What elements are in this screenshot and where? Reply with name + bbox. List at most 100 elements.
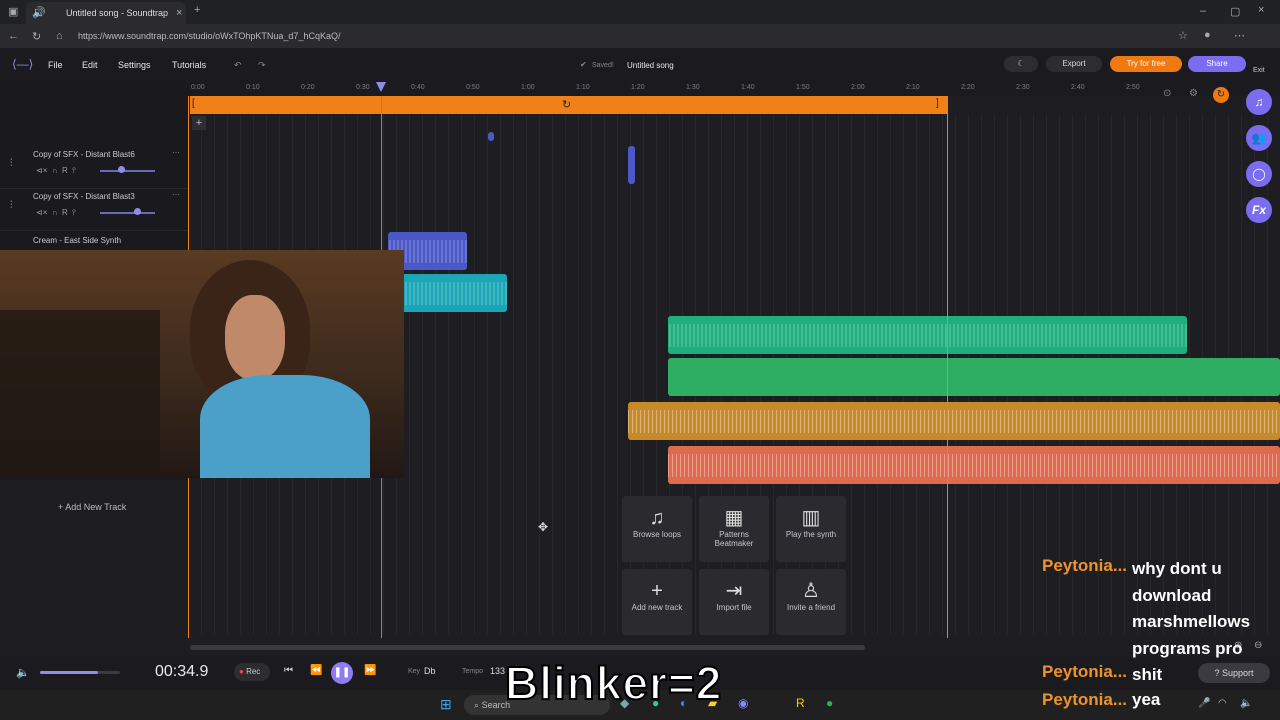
close-window-icon[interactable]: × (1258, 4, 1264, 16)
clip-green[interactable] (668, 316, 1187, 354)
url-field[interactable]: https://www.soundtrap.com/studio/oWxTOhp… (78, 28, 1278, 44)
moon-icon: ☾ (1017, 59, 1025, 68)
key-value[interactable]: Db (424, 666, 436, 676)
track-row[interactable]: ⫶ Copy of SFX - Distant Blast6 ⋯ ⊲× ∩ R … (0, 146, 188, 189)
profile-icon[interactable]: ● (1204, 29, 1211, 41)
loop-region[interactable]: [ ↻ ] (190, 96, 948, 114)
ruler-tick-label: 2:20 (961, 84, 975, 91)
soundtrap-logo-icon[interactable]: ⟨—⟩ (12, 57, 33, 71)
master-volume-fill (40, 671, 98, 674)
exit-button[interactable]: Exit (1253, 67, 1265, 74)
menu-file[interactable]: File (48, 60, 63, 70)
patterns-beatmaker-tile[interactable]: ▦ Patterns Beatmaker (699, 496, 769, 562)
lock-icon[interactable]: ⊙ (1163, 88, 1171, 99)
waveform-icon: ⫶ (10, 158, 13, 169)
undo-icon[interactable]: ↶ (234, 60, 242, 71)
track-name[interactable]: Copy of SFX - Distant Blast6 (33, 150, 135, 159)
chat-side-button[interactable]: ◯ (1246, 161, 1272, 187)
mic-icon[interactable]: 🎤 (1198, 698, 1210, 709)
horizontal-scrollbar[interactable] (190, 645, 865, 650)
loop-toggle-icon[interactable]: ↻ (1213, 87, 1229, 103)
add-clip-plus-icon[interactable]: + (192, 116, 206, 130)
track-menu-icon[interactable]: ⋯ (172, 190, 180, 199)
spotify-icon[interactable]: ● (826, 696, 833, 710)
loop-end-handle[interactable]: ] (936, 98, 939, 109)
clip-red[interactable] (668, 446, 1280, 484)
redo-icon[interactable]: ↷ (258, 60, 266, 71)
fx-side-button[interactable]: Fx (1246, 197, 1272, 223)
more-icon[interactable]: ⋯ (1234, 29, 1245, 42)
track-name[interactable]: Cream - East Side Synth (33, 236, 121, 245)
ruler-tick-label: 2:40 (1071, 84, 1085, 91)
reload-icon[interactable]: ↻ (32, 30, 41, 43)
tempo-value[interactable]: 133 (490, 666, 505, 676)
master-volume-slider[interactable] (40, 671, 120, 674)
volume-knob[interactable] (134, 208, 141, 215)
volume-slider[interactable] (100, 170, 155, 172)
clip-green-2[interactable] (668, 358, 1280, 396)
add-new-track-tile[interactable]: + Add new track (622, 569, 692, 635)
playhead-handle[interactable] (376, 82, 386, 92)
menu-settings[interactable]: Settings (118, 60, 151, 70)
webcam-background (0, 310, 160, 478)
loop-start-handle[interactable]: [ (192, 98, 195, 109)
import-file-tile[interactable]: ⇥ Import file (699, 569, 769, 635)
play-synth-tile[interactable]: ▥ Play the synth (776, 496, 846, 562)
clip-orange[interactable] (628, 402, 1280, 440)
song-title[interactable]: Untitled song (627, 61, 674, 70)
track-controls[interactable]: ⊲× ∩ R ⫯ (36, 208, 76, 218)
home-icon[interactable]: ⌂ (56, 30, 63, 42)
rockstar-icon[interactable]: R (796, 696, 805, 710)
collaborators-side-button[interactable]: 👥 (1246, 125, 1272, 151)
volume-knob[interactable] (118, 166, 125, 173)
share-button[interactable]: Share (1188, 56, 1246, 72)
menu-tutorials[interactable]: Tutorials (172, 60, 206, 70)
skip-start-icon[interactable]: ⏮ (284, 665, 293, 676)
ruler-tick-label: 2:50 (1126, 84, 1140, 91)
clip-teal[interactable] (388, 274, 507, 312)
back-icon[interactable]: ← (8, 30, 19, 42)
clip-blue-small[interactable] (488, 132, 494, 141)
ruler-tick-label: 0:50 (466, 84, 480, 91)
saved-check-icon: ✔ (580, 60, 587, 69)
speaker-icon[interactable]: 🔈 (1240, 698, 1252, 709)
dark-mode-toggle[interactable]: ☾ (1004, 56, 1038, 72)
minimize-icon[interactable]: – (1200, 5, 1206, 17)
loops-side-button[interactable]: ♫ (1246, 89, 1272, 115)
close-tab-icon[interactable]: × (176, 2, 182, 24)
browser-tab[interactable]: 🔊 Untitled song - Soundtrap × (26, 2, 186, 24)
add-new-track-button[interactable]: + Add New Track (58, 502, 126, 512)
track-row[interactable]: ⫶ Copy of SFX - Distant Blast3 ⋯ ⊲× ∩ R … (0, 188, 188, 231)
tab-audio-icon: 🔊 (32, 7, 46, 19)
track-menu-icon[interactable]: ⋯ (172, 148, 180, 157)
volume-icon[interactable]: 🔈 (16, 666, 30, 679)
export-button[interactable]: Export (1046, 56, 1102, 72)
timeline-ruler[interactable] (188, 82, 1280, 96)
ruler-tick-label: 0:30 (356, 84, 370, 91)
browse-loops-tile[interactable]: ♫ Browse loops (622, 496, 692, 562)
browser-tab-bar: ▣ 🔊 Untitled song - Soundtrap × + – ▢ × (0, 0, 1280, 24)
maximize-icon[interactable]: ▢ (1230, 5, 1240, 18)
ruler-tick-label: 1:50 (796, 84, 810, 91)
try-for-free-button[interactable]: Try for free (1110, 56, 1182, 72)
invite-friend-tile[interactable]: ♙ Invite a friend (776, 569, 846, 635)
windows-start-icon[interactable]: ⊞ (440, 696, 452, 713)
import-icon: ⇥ (725, 580, 743, 602)
fast-forward-icon[interactable]: ⏩ (364, 665, 376, 676)
record-button[interactable]: ● Rec (234, 663, 270, 681)
window-menu-icon[interactable]: ▣ (8, 5, 18, 18)
favorites-icon[interactable]: ☆ (1178, 29, 1188, 42)
pause-button[interactable]: ❚❚ (331, 662, 353, 684)
settings-gear-icon[interactable]: ⚙ (1189, 88, 1198, 99)
tab-title: Untitled song - Soundtrap (66, 8, 169, 18)
track-name[interactable]: Copy of SFX - Distant Blast3 (33, 192, 135, 201)
clip-blast[interactable] (628, 146, 635, 184)
track-controls[interactable]: ⊲× ∩ R ⫯ (36, 166, 76, 176)
volume-slider[interactable] (100, 212, 155, 214)
new-tab-icon[interactable]: + (194, 4, 200, 16)
wifi-icon[interactable]: ◠ (1218, 698, 1227, 709)
menu-edit[interactable]: Edit (82, 60, 98, 70)
rewind-icon[interactable]: ⏪ (310, 665, 322, 676)
record-dot-icon: ● (239, 667, 244, 676)
discord-icon[interactable]: ◉ (738, 696, 748, 710)
